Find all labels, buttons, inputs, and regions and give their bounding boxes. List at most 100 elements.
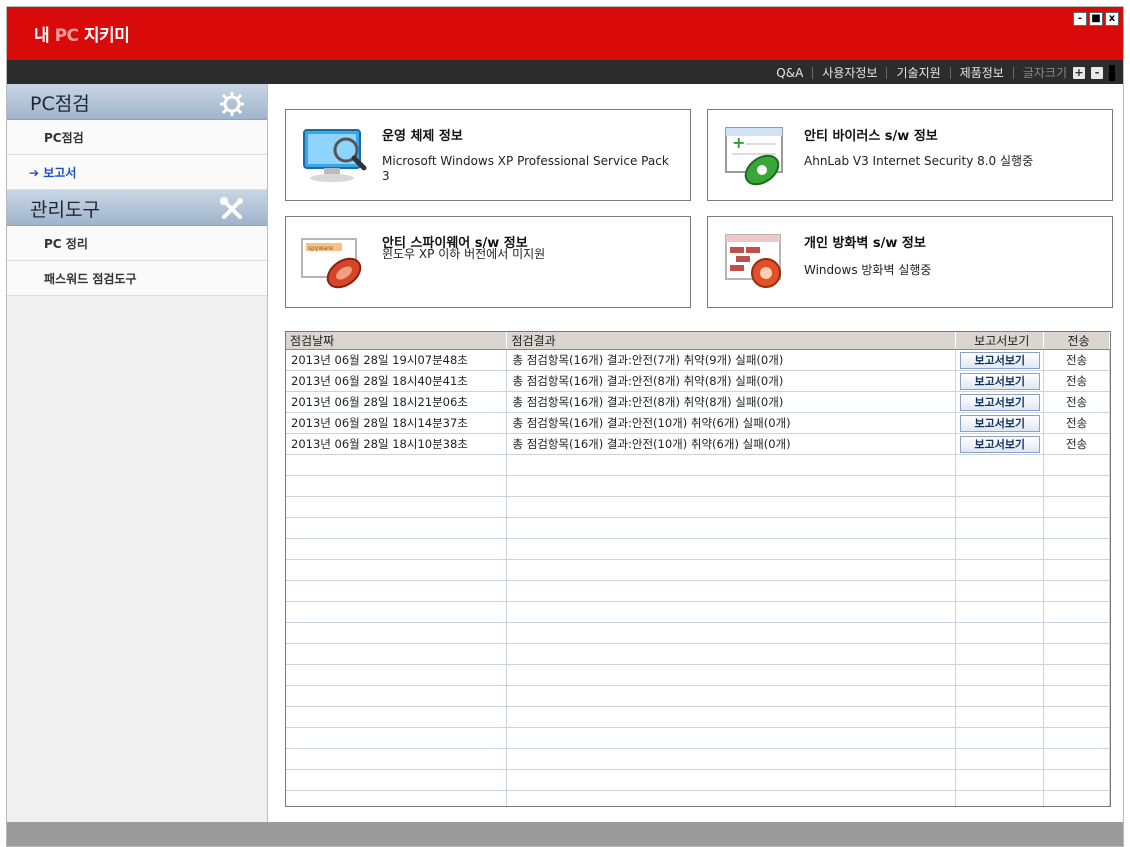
empty-cell bbox=[1044, 602, 1110, 622]
empty-cell bbox=[286, 644, 508, 664]
view-report-button[interactable]: 보고서보기 bbox=[959, 373, 1040, 390]
os-info-card: 운영 체제 정보 Microsoft Windows XP Profession… bbox=[285, 109, 691, 201]
empty-cell bbox=[286, 602, 508, 622]
empty-cell bbox=[1044, 560, 1110, 580]
view-report-button[interactable]: 보고서보기 bbox=[959, 415, 1040, 432]
empty-cell bbox=[1044, 728, 1110, 748]
row-date: 2013년 06월 28일 18시40분41초 bbox=[286, 371, 508, 391]
empty-cell bbox=[956, 791, 1045, 806]
sidebar-item-report[interactable]: ➔ 보고서 bbox=[7, 155, 267, 190]
sidebar-item-label: PC 정리 bbox=[44, 237, 88, 251]
maximize-button[interactable]: ■ bbox=[1089, 12, 1103, 26]
empty-cell bbox=[1044, 707, 1110, 727]
send-link[interactable]: 전송 bbox=[1044, 371, 1110, 391]
empty-cell bbox=[507, 686, 957, 706]
table-row-empty bbox=[286, 749, 1110, 770]
nav-divider bbox=[1012, 66, 1014, 79]
table-row-empty bbox=[286, 686, 1110, 707]
table-row-empty bbox=[286, 560, 1110, 581]
gear-icon bbox=[220, 92, 244, 116]
nav-qna[interactable]: Q&A bbox=[776, 66, 803, 80]
svg-text:spyware: spyware bbox=[308, 245, 333, 252]
font-decrease-button[interactable]: - bbox=[1091, 66, 1103, 79]
empty-cell bbox=[286, 518, 508, 538]
send-link[interactable]: 전송 bbox=[1044, 350, 1110, 370]
empty-cell bbox=[956, 749, 1045, 769]
view-report-button[interactable]: 보고서보기 bbox=[959, 352, 1040, 369]
table-row-empty bbox=[286, 623, 1110, 644]
table-row-empty bbox=[286, 602, 1110, 623]
empty-cell bbox=[956, 686, 1045, 706]
empty-cell bbox=[1044, 518, 1110, 538]
sidebar-item-pc-cleanup[interactable]: PC 정리 bbox=[7, 226, 267, 261]
empty-cell bbox=[286, 560, 508, 580]
row-report-cell: 보고서보기 bbox=[956, 392, 1045, 412]
table-row-empty bbox=[286, 539, 1110, 560]
table-body: 2013년 06월 28일 19시07분48초 총 점검항목(16개) 결과:안전… bbox=[286, 350, 1110, 806]
nav-tech-support[interactable]: 기술지원 bbox=[896, 64, 940, 81]
window-controls: - ■ x bbox=[1073, 12, 1119, 26]
svg-text:+: + bbox=[732, 133, 745, 152]
table-row-empty bbox=[286, 644, 1110, 665]
nav-product-info[interactable]: 제품정보 bbox=[960, 64, 1004, 81]
empty-cell bbox=[286, 665, 508, 685]
empty-cell bbox=[507, 560, 957, 580]
app-title-prefix: 내 bbox=[34, 26, 55, 46]
empty-cell bbox=[956, 623, 1045, 643]
row-report-cell: 보고서보기 bbox=[956, 371, 1045, 391]
column-header-send[interactable]: 전송 bbox=[1044, 332, 1110, 349]
sidebar-section-label: 관리도구 bbox=[30, 199, 100, 221]
empty-cell bbox=[1044, 770, 1110, 790]
table-row[interactable]: 2013년 06월 28일 18시40분41초 총 점검항목(16개) 결과:안전… bbox=[286, 371, 1110, 392]
table-row-empty bbox=[286, 707, 1110, 728]
empty-cell bbox=[507, 644, 957, 664]
row-result: 총 점검항목(16개) 결과:안전(10개) 취약(6개) 실패(0개) bbox=[507, 434, 957, 454]
table-row[interactable]: 2013년 06월 28일 18시21분06초 총 점검항목(16개) 결과:안전… bbox=[286, 392, 1110, 413]
sidebar: PC점검 PC점검 ➔ 보고서 관리도구 PC 정리 패스워드 점검도구 bbox=[7, 84, 268, 824]
nav-user-info[interactable]: 사용자정보 bbox=[822, 64, 877, 81]
table-row[interactable]: 2013년 06월 28일 18시10분38초 총 점검항목(16개) 결과:안전… bbox=[286, 434, 1110, 455]
view-report-button[interactable]: 보고서보기 bbox=[959, 394, 1040, 411]
empty-cell bbox=[1044, 476, 1110, 496]
sidebar-section-pc-check[interactable]: PC점검 bbox=[7, 84, 267, 120]
empty-cell bbox=[507, 791, 957, 806]
table-row-empty bbox=[286, 728, 1110, 749]
view-report-button[interactable]: 보고서보기 bbox=[959, 436, 1040, 453]
empty-cell bbox=[507, 665, 957, 685]
card-title: 안티 바이러스 s/w 정보 bbox=[804, 129, 938, 144]
empty-cell bbox=[1044, 644, 1110, 664]
sidebar-section-management-tools[interactable]: 관리도구 bbox=[7, 190, 267, 226]
app-title-suffix: 지키미 bbox=[78, 26, 130, 46]
send-link[interactable]: 전송 bbox=[1044, 434, 1110, 454]
row-result: 총 점검항목(16개) 결과:안전(8개) 취약(8개) 실패(0개) bbox=[507, 392, 957, 412]
font-increase-button[interactable]: + bbox=[1073, 66, 1085, 79]
nav-end-marker bbox=[1109, 64, 1115, 81]
table-row[interactable]: 2013년 06월 28일 18시14분37초 총 점검항목(16개) 결과:안전… bbox=[286, 413, 1110, 434]
table-row-empty bbox=[286, 581, 1110, 602]
empty-cell bbox=[507, 581, 957, 601]
table-row-empty bbox=[286, 770, 1110, 791]
firewall-icon bbox=[725, 234, 781, 288]
column-header-date[interactable]: 점검날짜 bbox=[286, 332, 508, 349]
send-link[interactable]: 전송 bbox=[1044, 413, 1110, 433]
tools-icon bbox=[220, 197, 243, 219]
minimize-button[interactable]: - bbox=[1073, 12, 1087, 26]
close-button[interactable]: x bbox=[1105, 12, 1119, 26]
empty-cell bbox=[956, 644, 1045, 664]
sidebar-item-pc-check[interactable]: PC점검 bbox=[7, 120, 267, 155]
empty-cell bbox=[507, 476, 957, 496]
send-link[interactable]: 전송 bbox=[1044, 392, 1110, 412]
empty-cell bbox=[1044, 791, 1110, 806]
sidebar-item-password-check[interactable]: 패스워드 점검도구 bbox=[7, 261, 267, 296]
monitor-magnifier-icon bbox=[303, 129, 367, 182]
table-row[interactable]: 2013년 06월 28일 19시07분48초 총 점검항목(16개) 결과:안전… bbox=[286, 350, 1110, 371]
empty-cell bbox=[1044, 749, 1110, 769]
font-size-label: 글자크기 bbox=[1022, 66, 1067, 80]
row-date: 2013년 06월 28일 18시21분06초 bbox=[286, 392, 508, 412]
table-row-empty bbox=[286, 791, 1110, 806]
row-result: 총 점검항목(16개) 결과:안전(7개) 취약(9개) 실패(0개) bbox=[507, 350, 957, 370]
column-header-report[interactable]: 보고서보기 bbox=[956, 332, 1045, 349]
column-header-result[interactable]: 점검결과 bbox=[507, 332, 957, 349]
empty-cell bbox=[1044, 455, 1110, 475]
empty-cell bbox=[286, 455, 508, 475]
